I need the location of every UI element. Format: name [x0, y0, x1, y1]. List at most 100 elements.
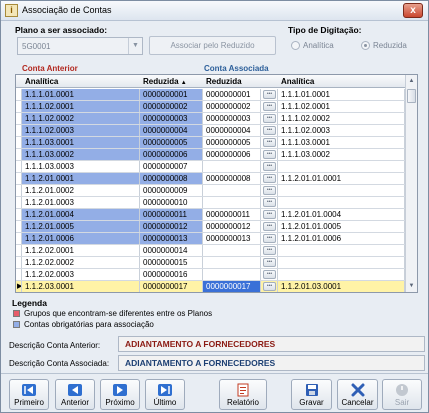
save-button[interactable]: Gravar: [291, 379, 332, 410]
radio-analitica[interactable]: Analítica: [291, 41, 334, 50]
lookup-ellipsis-icon[interactable]: •••: [263, 162, 276, 171]
cell-analitica-associada[interactable]: [278, 257, 405, 268]
cell-analitica-anterior[interactable]: 1.1.2.01.0001: [22, 173, 140, 184]
cell-analitica-anterior[interactable]: 1.1.2.03.0001: [22, 281, 140, 292]
header-analitica-left[interactable]: Analítica: [25, 77, 58, 86]
table-row[interactable]: 1.1.2.01.0005 0000000012 0000000012 ••• 1.1.…: [16, 221, 405, 233]
header-reduzida-left[interactable]: Reduzida ▲: [143, 77, 187, 86]
cell-analitica-associada[interactable]: 1.1.1.02.0002: [278, 113, 405, 124]
lookup-ellipsis-icon[interactable]: •••: [263, 174, 276, 183]
cell-analitica-anterior[interactable]: 1.1.1.03.0001: [22, 137, 140, 148]
table-row[interactable]: ▶ 1.1.2.03.0001 0000000017 0000000017 ••• 1.1…: [16, 281, 405, 292]
associate-by-reduced-button[interactable]: Associar pelo Reduzido: [149, 36, 276, 55]
plano-select[interactable]: 5G0001 ▼: [17, 37, 143, 55]
cell-reduzida-anterior[interactable]: 0000000006: [140, 149, 203, 160]
next-button[interactable]: Próximo: [100, 379, 140, 410]
cell-analitica-associada[interactable]: [278, 161, 405, 172]
cell-reduzida-anterior[interactable]: 0000000001: [140, 89, 203, 100]
lookup-ellipsis-icon[interactable]: •••: [263, 102, 276, 111]
lookup-ellipsis-icon[interactable]: •••: [263, 246, 276, 255]
table-row[interactable]: 1.1.2.02.0002 0000000015 •••: [16, 257, 405, 269]
cell-analitica-anterior[interactable]: 1.1.1.02.0001: [22, 101, 140, 112]
lookup-ellipsis-icon[interactable]: •••: [263, 282, 276, 291]
cell-analitica-anterior[interactable]: 1.1.2.01.0004: [22, 209, 140, 220]
cell-reduzida-associada[interactable]: 0000000013: [203, 233, 261, 244]
cell-reduzida-anterior[interactable]: 0000000009: [140, 185, 203, 196]
header-analitica-right[interactable]: Analítica: [281, 77, 314, 86]
table-row[interactable]: 1.1.2.01.0004 0000000011 0000000011 ••• 1.1.…: [16, 209, 405, 221]
cell-analitica-anterior[interactable]: 1.1.1.01.0001: [22, 89, 140, 100]
cancel-button[interactable]: Cancelar: [337, 379, 378, 410]
chevron-down-icon[interactable]: ▼: [128, 38, 142, 54]
lookup-ellipsis-icon[interactable]: •••: [263, 222, 276, 231]
table-row[interactable]: 1.1.2.01.0006 0000000013 0000000013 ••• 1.1.…: [16, 233, 405, 245]
cell-reduzida-anterior[interactable]: 0000000008: [140, 173, 203, 184]
cell-reduzida-associada[interactable]: 0000000006: [203, 149, 261, 160]
cell-reduzida-anterior[interactable]: 0000000004: [140, 125, 203, 136]
cell-reduzida-associada[interactable]: [203, 257, 261, 268]
cell-reduzida-anterior[interactable]: 0000000010: [140, 197, 203, 208]
table-row[interactable]: 1.1.1.02.0001 0000000002 0000000002 ••• 1.1.…: [16, 101, 405, 113]
lookup-ellipsis-icon[interactable]: •••: [263, 186, 276, 195]
cell-reduzida-associada[interactable]: 0000000011: [203, 209, 261, 220]
cell-analitica-anterior[interactable]: 1.1.1.02.0003: [22, 125, 140, 136]
cell-reduzida-associada[interactable]: 0000000003: [203, 113, 261, 124]
cell-analitica-associada[interactable]: [278, 197, 405, 208]
cell-analitica-associada[interactable]: [278, 185, 405, 196]
scroll-down-icon[interactable]: ▼: [406, 280, 417, 292]
cell-analitica-associada[interactable]: 1.1.2.01.01.0005: [278, 221, 405, 232]
table-row[interactable]: 1.1.1.03.0003 0000000007 •••: [16, 161, 405, 173]
cell-reduzida-associada[interactable]: [203, 185, 261, 196]
cell-reduzida-anterior[interactable]: 0000000005: [140, 137, 203, 148]
table-row[interactable]: 1.1.2.01.0001 0000000008 0000000008 ••• 1.1.…: [16, 173, 405, 185]
cell-analitica-anterior[interactable]: 1.1.1.03.0002: [22, 149, 140, 160]
last-button[interactable]: Último: [145, 379, 185, 410]
radio-reduzida[interactable]: Reduzida: [361, 41, 407, 50]
cell-reduzida-associada[interactable]: 0000000002: [203, 101, 261, 112]
cell-reduzida-anterior[interactable]: 0000000016: [140, 269, 203, 280]
scroll-thumb[interactable]: [407, 89, 416, 103]
scroll-up-icon[interactable]: ▲: [406, 75, 417, 87]
cell-reduzida-associada[interactable]: 0000000001: [203, 89, 261, 100]
lookup-ellipsis-icon[interactable]: •••: [263, 126, 276, 135]
lookup-ellipsis-icon[interactable]: •••: [263, 138, 276, 147]
table-row[interactable]: 1.1.2.02.0001 0000000014 •••: [16, 245, 405, 257]
cell-analitica-associada[interactable]: 1.1.2.01.03.0001: [278, 281, 405, 292]
table-row[interactable]: 1.1.1.03.0001 0000000005 0000000005 ••• 1.1.…: [16, 137, 405, 149]
lookup-ellipsis-icon[interactable]: •••: [263, 198, 276, 207]
cell-reduzida-anterior[interactable]: 0000000014: [140, 245, 203, 256]
cell-reduzida-anterior[interactable]: 0000000007: [140, 161, 203, 172]
cell-reduzida-associada[interactable]: 0000000012: [203, 221, 261, 232]
cell-reduzida-anterior[interactable]: 0000000011: [140, 209, 203, 220]
cell-analitica-anterior[interactable]: 1.1.1.03.0003: [22, 161, 140, 172]
table-row[interactable]: 1.1.1.03.0002 0000000006 0000000006 ••• 1.1.…: [16, 149, 405, 161]
cell-reduzida-associada[interactable]: 0000000008: [203, 173, 261, 184]
cell-analitica-anterior[interactable]: 1.1.1.02.0002: [22, 113, 140, 124]
cell-reduzida-anterior[interactable]: 0000000002: [140, 101, 203, 112]
cell-analitica-anterior[interactable]: 1.1.2.02.0001: [22, 245, 140, 256]
lookup-ellipsis-icon[interactable]: •••: [263, 234, 276, 243]
cell-analitica-associada[interactable]: 1.1.2.01.01.0004: [278, 209, 405, 220]
report-button[interactable]: Relatório: [219, 379, 267, 410]
table-row[interactable]: 1.1.1.02.0002 0000000003 0000000003 ••• 1.1.…: [16, 113, 405, 125]
cell-reduzida-associada[interactable]: 0000000004: [203, 125, 261, 136]
lookup-ellipsis-icon[interactable]: •••: [263, 150, 276, 159]
lookup-ellipsis-icon[interactable]: •••: [263, 210, 276, 219]
cell-reduzida-associada[interactable]: [203, 245, 261, 256]
lookup-ellipsis-icon[interactable]: •••: [263, 90, 276, 99]
vertical-scrollbar[interactable]: ▲ ▼: [405, 75, 417, 292]
cell-reduzida-associada[interactable]: [203, 197, 261, 208]
table-row[interactable]: 1.1.2.02.0003 0000000016 •••: [16, 269, 405, 281]
lookup-ellipsis-icon[interactable]: •••: [263, 270, 276, 279]
close-button[interactable]: x: [403, 3, 423, 18]
cell-reduzida-anterior[interactable]: 0000000013: [140, 233, 203, 244]
cell-analitica-associada[interactable]: 1.1.2.01.01.0001: [278, 173, 405, 184]
table-row[interactable]: 1.1.2.01.0002 0000000009 •••: [16, 185, 405, 197]
cell-analitica-associada[interactable]: 1.1.2.01.01.0006: [278, 233, 405, 244]
cell-analitica-associada[interactable]: [278, 245, 405, 256]
cell-analitica-associada[interactable]: 1.1.1.02.0003: [278, 125, 405, 136]
table-row[interactable]: 1.1.2.01.0003 0000000010 •••: [16, 197, 405, 209]
cell-analitica-associada[interactable]: 1.1.1.03.0002: [278, 149, 405, 160]
cell-analitica-associada[interactable]: 1.1.1.02.0001: [278, 101, 405, 112]
cell-reduzida-anterior[interactable]: 0000000012: [140, 221, 203, 232]
